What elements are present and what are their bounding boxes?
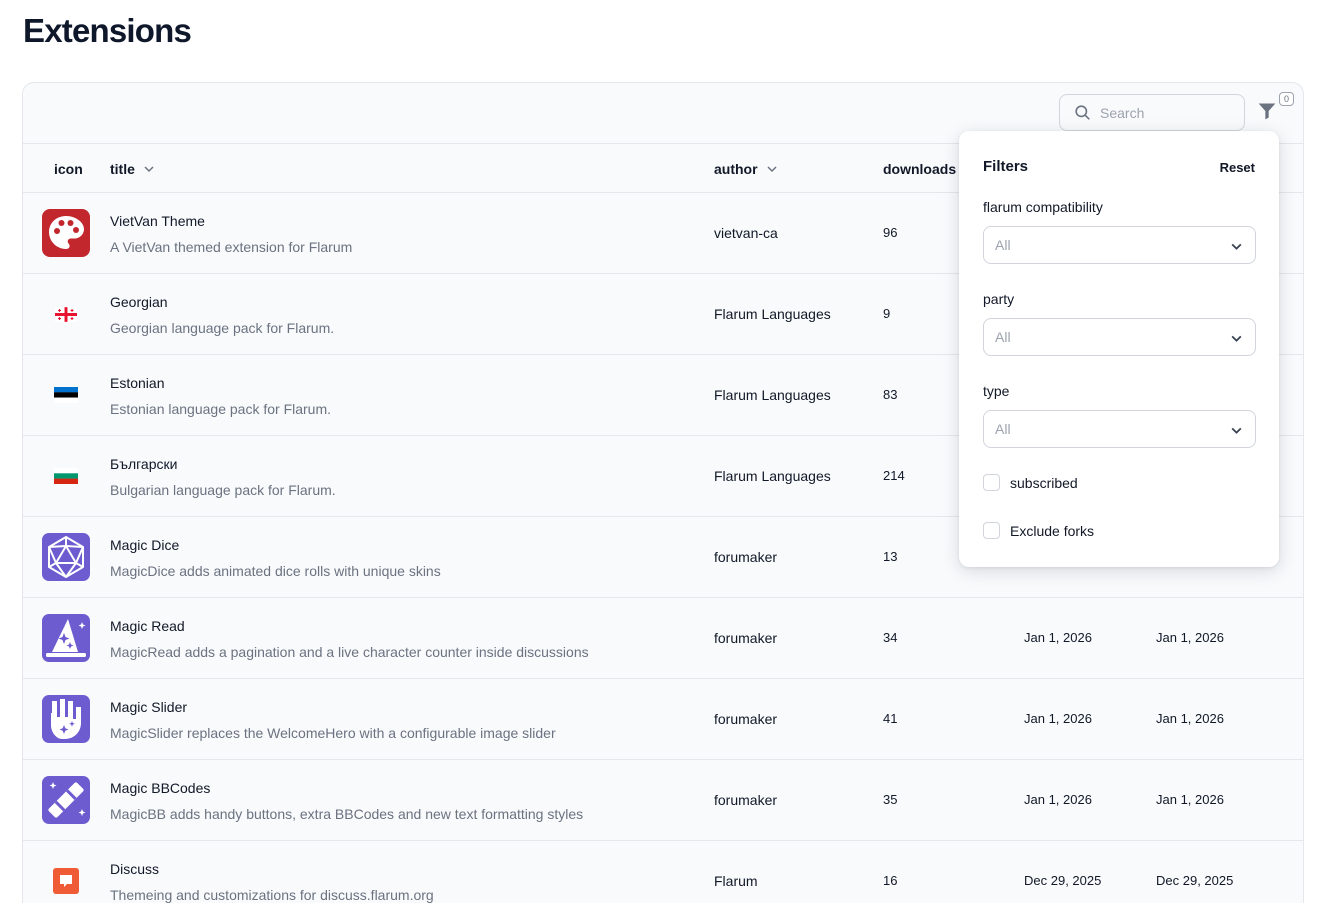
chevron-down-icon	[1231, 243, 1242, 250]
extension-downloads: 35	[883, 792, 898, 807]
column-label: author	[714, 161, 758, 177]
extension-created-date: Jan 1, 2026	[1024, 711, 1092, 726]
extension-downloads: 83	[883, 387, 898, 402]
compat-select-value: All	[995, 237, 1011, 253]
filters-panel: Filters Reset flarum compatibility All p…	[959, 131, 1279, 567]
party-select-value: All	[995, 329, 1011, 345]
extension-author: forumaker	[714, 630, 778, 646]
type-label: type	[983, 383, 1010, 399]
checkbox-box[interactable]	[983, 474, 1000, 491]
speech-bubble-icon	[42, 857, 90, 903]
search-box[interactable]	[1059, 94, 1245, 131]
column-label: icon	[54, 161, 83, 177]
extension-downloads: 96	[883, 225, 898, 240]
chevron-down-icon	[767, 166, 777, 173]
chevron-down-icon	[1231, 335, 1242, 342]
column-header-icon: icon	[54, 161, 83, 177]
filter-count-badge: 0	[1279, 92, 1294, 106]
column-label: title	[110, 161, 135, 177]
extension-downloads: 214	[883, 468, 905, 483]
extension-title[interactable]: VietVan Theme	[110, 213, 205, 229]
chevron-down-icon	[144, 166, 154, 173]
extension-created-date: Dec 29, 2025	[1024, 873, 1102, 888]
extension-description: MagicRead adds a pagination and a live c…	[110, 644, 589, 660]
table-row[interactable]: Magic Read MagicRead adds a pagination a…	[23, 598, 1303, 679]
extension-description: Estonian language pack for Flarum.	[110, 401, 332, 417]
table-row[interactable]: Magic BBCodes MagicBB adds handy buttons…	[23, 760, 1303, 841]
filters-reset-button[interactable]: Reset	[1220, 160, 1255, 175]
funnel-icon	[1258, 103, 1276, 120]
chevron-down-icon	[1231, 427, 1242, 434]
extension-updated-date: Dec 29, 2025	[1156, 873, 1234, 888]
extension-author: Flarum Languages	[714, 387, 831, 403]
extension-title[interactable]: Discuss	[110, 861, 159, 877]
subscribed-checkbox[interactable]: subscribed	[983, 474, 1078, 491]
extension-author: Flarum Languages	[714, 306, 831, 322]
extension-downloads: 13	[883, 549, 898, 564]
table-row[interactable]: Magic Slider MagicSlider replaces the We…	[23, 679, 1303, 760]
magic-wand-icon	[42, 776, 90, 824]
filters-title: Filters	[983, 158, 1029, 175]
party-label: party	[983, 291, 1015, 307]
extension-description: Themeing and customizations for discuss.…	[110, 887, 434, 903]
wizard-hat-icon	[42, 614, 90, 662]
extension-author: forumaker	[714, 792, 778, 808]
extension-description: Bulgarian language pack for Flarum.	[110, 482, 336, 498]
column-header-author[interactable]: author	[714, 161, 778, 177]
checkbox-box[interactable]	[983, 522, 1000, 539]
extension-author: Flarum	[714, 873, 758, 889]
search-icon	[1075, 105, 1090, 120]
d20-dice-icon	[42, 533, 90, 581]
exclude-forks-checkbox[interactable]: Exclude forks	[983, 522, 1094, 539]
extension-downloads: 34	[883, 630, 898, 645]
extension-author: forumaker	[714, 549, 778, 565]
extension-title[interactable]: Estonian	[110, 375, 164, 391]
extension-title[interactable]: Magic Read	[110, 618, 185, 634]
extension-updated-date: Jan 1, 2026	[1156, 711, 1224, 726]
extension-author: vietvan-ca	[714, 225, 778, 241]
party-select[interactable]: All	[983, 318, 1256, 356]
extension-updated-date: Jan 1, 2026	[1156, 792, 1224, 807]
magic-hand-icon	[42, 695, 90, 743]
extension-downloads: 9	[883, 306, 891, 321]
subscribed-label: subscribed	[1010, 474, 1078, 491]
extension-description: A VietVan themed extension for Flarum	[110, 239, 353, 255]
extension-author: Flarum Languages	[714, 468, 831, 484]
extension-created-date: Jan 1, 2026	[1024, 792, 1092, 807]
type-select[interactable]: All	[983, 410, 1256, 448]
estonia-flag-icon	[42, 371, 90, 419]
extension-title[interactable]: Georgian	[110, 294, 168, 310]
extension-description: MagicBB adds handy buttons, extra BBCode…	[110, 806, 584, 822]
palette-icon	[42, 209, 90, 257]
extension-downloads: 16	[883, 873, 898, 888]
exclude-forks-label: Exclude forks	[1010, 522, 1095, 539]
extension-title[interactable]: Magic Dice	[110, 537, 179, 553]
extension-title[interactable]: Magic BBCodes	[110, 780, 210, 796]
extension-description: MagicDice adds animated dice rolls with …	[110, 563, 441, 579]
compat-select[interactable]: All	[983, 226, 1256, 264]
extension-title[interactable]: Български	[110, 456, 177, 472]
georgia-flag-icon	[42, 290, 90, 338]
extension-updated-date: Jan 1, 2026	[1156, 630, 1224, 645]
page-title: Extensions	[23, 12, 192, 49]
extension-created-date: Jan 1, 2026	[1024, 630, 1092, 645]
extension-title[interactable]: Magic Slider	[110, 699, 187, 715]
compat-label: flarum compatibility	[983, 199, 1103, 215]
column-label: downloads	[883, 161, 957, 177]
bulgaria-flag-icon	[42, 452, 90, 500]
column-header-title[interactable]: title	[110, 161, 155, 177]
search-input[interactable]	[1100, 104, 1240, 121]
table-row[interactable]: Discuss Themeing and customizations for …	[23, 841, 1303, 903]
type-select-value: All	[995, 421, 1011, 437]
extension-downloads: 41	[883, 711, 898, 726]
extension-description: Georgian language pack for Flarum.	[110, 320, 335, 336]
extension-description: MagicSlider replaces the WelcomeHero wit…	[110, 725, 556, 741]
extension-author: forumaker	[714, 711, 778, 727]
